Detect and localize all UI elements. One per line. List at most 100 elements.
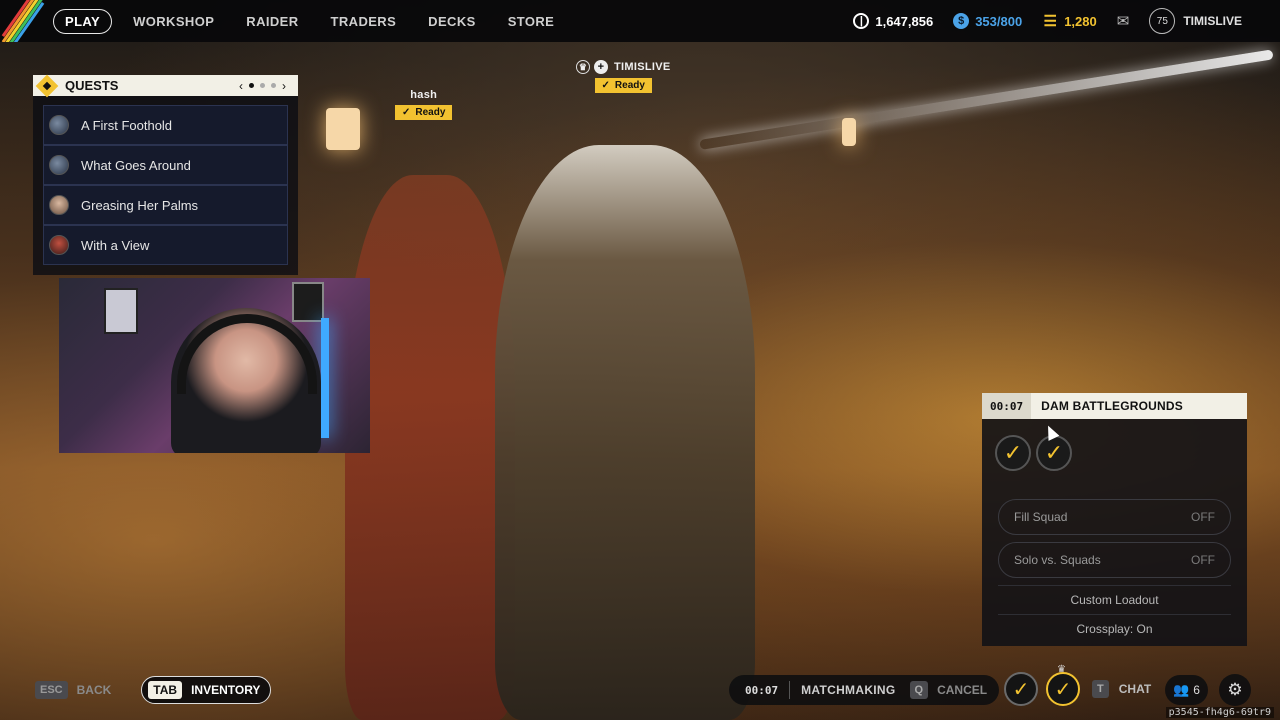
streamer-webcam (59, 278, 370, 453)
profile-username: TIMISLIVE (1183, 14, 1242, 28)
quest-giver-avatar (49, 195, 69, 215)
session-id: p3545-fh4g6-69tr9 (1165, 707, 1274, 718)
quest-label: What Goes Around (81, 157, 191, 173)
pager-dot[interactable] (271, 83, 276, 88)
matchmaking-bar-timer: 00:07 (745, 683, 779, 697)
toggle-value: OFF (1191, 510, 1215, 524)
toggle-label: Fill Squad (1014, 510, 1068, 524)
player-name: hash (410, 89, 438, 101)
t-key-hint: T (1092, 680, 1109, 698)
mail-icon[interactable]: ✉ (1117, 12, 1130, 30)
quest-item[interactable]: A First Foothold (43, 105, 288, 145)
top-navigation-bar: PLAY WORKSHOP RAIDER TRADERS DECKS STORE… (0, 0, 1280, 42)
player-tag-timislive: ♛ + TIMISLIVE ✓ Ready (576, 60, 670, 93)
fill-squad-toggle[interactable]: Fill Squad OFF (998, 499, 1231, 535)
quest-label: A First Foothold (81, 117, 173, 133)
wall-poster (292, 282, 324, 322)
pager-dot[interactable] (249, 83, 254, 88)
toggle-label: Solo vs. Squads (1014, 553, 1101, 567)
crossplay-option[interactable]: Crossplay: On (998, 614, 1231, 643)
player-level-badge: 75 (1149, 8, 1176, 34)
profile[interactable]: 75 TIMISLIVE (1149, 8, 1242, 34)
led-light-bar (321, 318, 329, 438)
toggle-value: OFF (1191, 553, 1215, 567)
quest-giver-avatar (49, 155, 69, 175)
quests-title: QUESTS (65, 78, 119, 93)
map-name: DAM BATTLEGROUNDS (1041, 399, 1183, 413)
back-button[interactable]: BACK (77, 683, 112, 697)
quest-giver-avatar (49, 115, 69, 135)
currency-area: | 1,647,856 $ 353/800 ☰ 1,280 ✉ 75 TIMIS… (853, 0, 1280, 42)
coin-icon: | (853, 13, 870, 29)
raider-character-player (495, 145, 755, 720)
raider-character-hash (345, 175, 515, 720)
squad-ready-indicators: ✓ ✓ (982, 419, 1247, 499)
tab-key-hint: TAB (148, 681, 183, 699)
add-friend-icon[interactable]: + (594, 60, 608, 74)
premium-currency[interactable]: ☰ 1,280 (1042, 13, 1097, 30)
esc-key-hint: ESC (35, 681, 68, 699)
raider-token-value: 353/800 (975, 13, 1023, 29)
check-icon: ✓ (402, 107, 411, 118)
people-icon: 👥 (1173, 682, 1190, 697)
chevron-right-icon[interactable]: › (282, 79, 286, 93)
lamp-light (326, 108, 360, 150)
quest-item[interactable]: Greasing Her Palms (43, 185, 288, 225)
crown-icon: ♛ (576, 60, 590, 74)
ready-label: Ready (415, 107, 446, 118)
wall-poster (104, 288, 138, 334)
premium-currency-icon: ☰ (1043, 13, 1057, 30)
coins-value: 1,647,856 (875, 13, 934, 29)
check-icon: ✓ (601, 80, 610, 91)
pager-dot[interactable] (260, 83, 265, 88)
quest-item[interactable]: What Goes Around (43, 145, 288, 185)
q-key-hint: Q (909, 681, 929, 699)
inventory-label: INVENTORY (191, 683, 261, 697)
quest-label: With a View (81, 237, 150, 253)
rainbow-stripe-logo (0, 0, 46, 42)
nav-raider[interactable]: RAIDER (246, 14, 298, 29)
quests-pager: ‹ › (239, 79, 286, 93)
ready-badge: ✓ Ready (594, 78, 652, 93)
bottom-left-actions: ESC BACK TAB INVENTORY (35, 676, 272, 704)
ready-check-icon: ✓ (1036, 435, 1072, 471)
nav-store[interactable]: STORE (508, 14, 555, 29)
quest-giver-avatar (49, 235, 69, 255)
ready-badge: ✓ Ready (395, 105, 453, 120)
neon-light-strip (699, 49, 1274, 150)
nav-workshop[interactable]: WORKSHOP (133, 14, 214, 29)
premium-value: 1,280 (1064, 13, 1097, 29)
raider-token-icon: $ (953, 13, 970, 29)
matchmaking-timer: 00:07 (982, 393, 1032, 419)
nav-decks[interactable]: DECKS (428, 14, 476, 29)
player-name: TIMISLIVE (614, 61, 671, 73)
main-nav: PLAY WORKSHOP RAIDER TRADERS DECKS STORE (53, 8, 586, 34)
player-name-row: ♛ + TIMISLIVE (576, 60, 670, 74)
solo-vs-squads-toggle[interactable]: Solo vs. Squads OFF (998, 542, 1231, 578)
raider-token-currency[interactable]: $ 353/800 (953, 13, 1022, 29)
chat-label: CHAT (1118, 682, 1152, 696)
gear-icon[interactable]: ⚙ (1219, 674, 1251, 706)
friends-button[interactable]: 👥 6 (1165, 675, 1208, 705)
divider (789, 681, 791, 699)
matchmaking-panel: 00:07 DAM BATTLEGROUNDS ✓ ✓ Fill Squad O… (982, 393, 1247, 646)
coins-currency[interactable]: | 1,647,856 (853, 13, 933, 29)
matchmaking-header: 00:07 DAM BATTLEGROUNDS (982, 393, 1247, 419)
squad-leader-ready-icon: ✓ (1046, 672, 1080, 706)
quest-diamond-icon (35, 74, 59, 97)
lamp-light (842, 118, 856, 146)
chat-button[interactable]: T CHAT (1092, 680, 1151, 698)
quest-label: Greasing Her Palms (81, 197, 199, 213)
nav-traders[interactable]: TRADERS (331, 14, 397, 29)
quest-item[interactable]: With a View (43, 225, 288, 265)
inventory-button[interactable]: TAB INVENTORY (141, 676, 272, 704)
friends-count: 6 (1193, 683, 1200, 697)
quest-list: A First Foothold What Goes Around Greasi… (43, 105, 288, 265)
custom-loadout-option[interactable]: Custom Loadout (998, 585, 1231, 614)
matchmaking-label: MATCHMAKING (801, 683, 896, 697)
quests-header: QUESTS ‹ › (33, 74, 298, 97)
cancel-button[interactable]: CANCEL (937, 683, 987, 697)
nav-play[interactable]: PLAY (53, 8, 113, 34)
ready-label: Ready (614, 80, 645, 91)
chevron-left-icon[interactable]: ‹ (239, 79, 243, 93)
